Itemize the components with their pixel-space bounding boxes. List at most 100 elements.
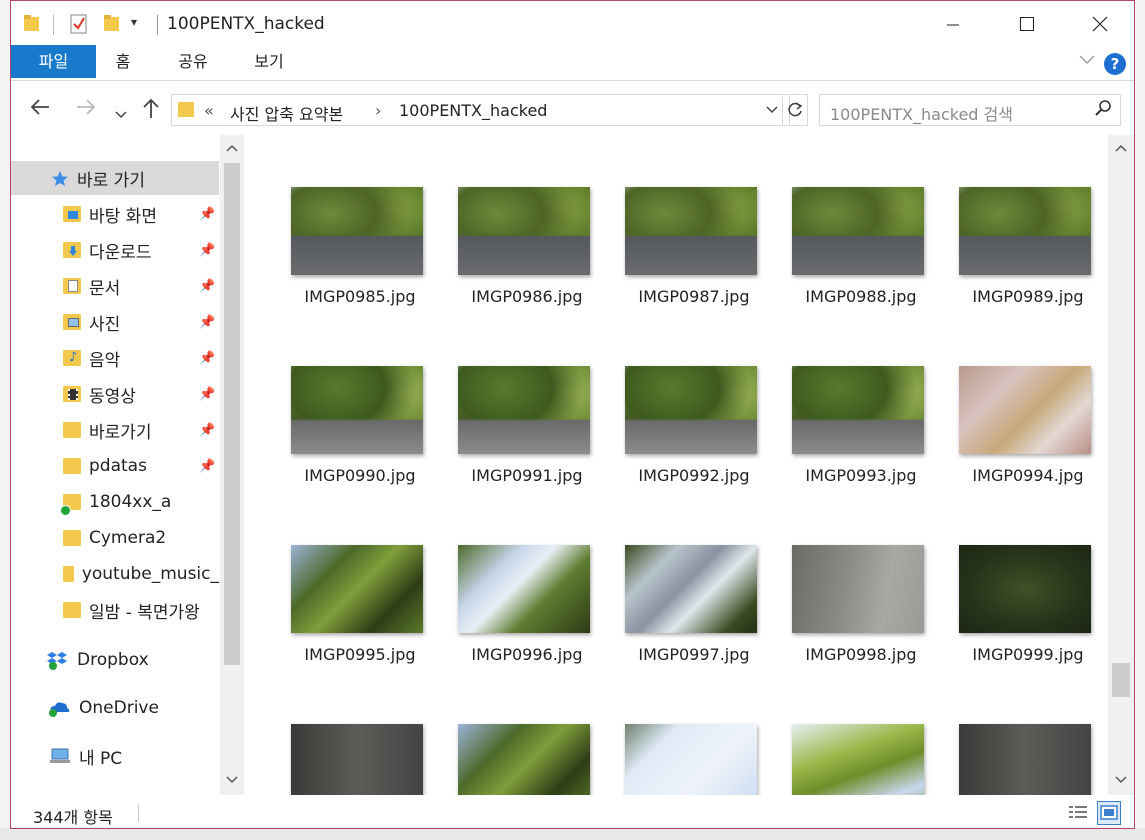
large-icons-view-button[interactable]: [1097, 801, 1121, 825]
details-view-button[interactable]: [1066, 801, 1090, 825]
file-thumbnail: [291, 545, 423, 633]
file-item[interactable]: [450, 724, 590, 795]
file-item[interactable]: IMGP0994.jpg: [951, 366, 1091, 516]
file-thumbnail: [291, 187, 423, 275]
file-thumbnail: [792, 187, 924, 275]
navigation-pane-scrollbar[interactable]: [220, 135, 244, 795]
title-bar: ▾ 100PENTX_hacked: [11, 1, 1134, 47]
nav-item-pdatas[interactable]: pdatas 📌: [11, 449, 219, 483]
file-item[interactable]: IMGP0987.jpg: [617, 187, 757, 337]
file-thumbnail: [959, 545, 1091, 633]
forward-button[interactable]: [75, 97, 97, 122]
address-bar[interactable]: « 사진 압축 요약본 › 100PENTX_hacked: [171, 94, 790, 126]
nav-onedrive[interactable]: OneDrive: [11, 691, 219, 725]
refresh-button[interactable]: [782, 94, 808, 126]
videos-folder-icon: [63, 386, 81, 402]
properties-icon[interactable]: [69, 13, 89, 35]
file-item[interactable]: IMGP0989.jpg: [951, 187, 1091, 337]
pin-icon[interactable]: 📌: [199, 207, 215, 222]
pin-icon[interactable]: 📌: [199, 351, 215, 366]
nav-item-label: 바로가기: [89, 422, 152, 443]
scroll-down-icon[interactable]: [1114, 775, 1128, 785]
file-item[interactable]: [617, 724, 757, 795]
folder-icon: [178, 102, 194, 117]
new-folder-icon[interactable]: [103, 13, 121, 33]
file-item[interactable]: [283, 724, 423, 795]
file-item[interactable]: [951, 724, 1091, 795]
nav-item-shortcuts[interactable]: 바로가기 📌: [11, 413, 219, 447]
search-input[interactable]: 100PENTX_hacked 검색: [830, 101, 1013, 125]
file-thumbnail: [792, 366, 924, 454]
scrollbar-thumb[interactable]: [1112, 663, 1130, 697]
file-item[interactable]: IMGP0988.jpg: [784, 187, 924, 337]
up-button[interactable]: [141, 97, 161, 124]
recent-locations-button[interactable]: [115, 101, 127, 125]
nav-item-music[interactable]: ♪ 음악 📌: [11, 341, 219, 375]
file-item[interactable]: IMGP0990.jpg: [283, 366, 423, 516]
folder-icon: [63, 458, 81, 474]
pin-icon[interactable]: 📌: [199, 423, 215, 438]
nav-quick-access[interactable]: 바로 가기: [11, 161, 219, 195]
pin-icon[interactable]: 📌: [199, 387, 215, 402]
minimize-button[interactable]: [917, 1, 989, 47]
chevron-down-icon: [766, 106, 778, 114]
file-item[interactable]: IMGP0992.jpg: [617, 366, 757, 516]
file-thumbnail: [458, 724, 590, 795]
file-name: IMGP0993.jpg: [805, 466, 917, 485]
maximize-button[interactable]: [991, 1, 1063, 47]
file-item[interactable]: IMGP0993.jpg: [784, 366, 924, 516]
nav-item-videos[interactable]: 동영상 📌: [11, 377, 219, 411]
nav-this-pc[interactable]: 내 PC: [11, 739, 219, 773]
close-button[interactable]: [1064, 1, 1136, 47]
file-item[interactable]: IMGP0999.jpg: [951, 545, 1091, 695]
file-thumbnail: [625, 366, 757, 454]
customize-quick-access-icon[interactable]: ▾: [131, 15, 137, 29]
nav-item-downloads[interactable]: 다운로드 📌: [11, 233, 219, 267]
file-thumbnail: [458, 187, 590, 275]
tab-share[interactable]: 공유: [169, 45, 217, 78]
expand-ribbon-icon[interactable]: [1078, 53, 1096, 69]
breadcrumb-item-current[interactable]: 100PENTX_hacked: [399, 101, 547, 120]
chevron-down-icon: [115, 111, 127, 119]
breadcrumb-overflow[interactable]: «: [204, 101, 214, 120]
nav-onedrive-label: OneDrive: [79, 698, 159, 718]
scrollbar-thumb[interactable]: [224, 163, 240, 665]
tab-file[interactable]: 파일: [11, 45, 96, 78]
nav-item-pictures[interactable]: 사진 📌: [11, 305, 219, 339]
file-item[interactable]: IMGP0991.jpg: [450, 366, 590, 516]
nav-item-label: 1804xx_a: [89, 492, 172, 512]
file-item[interactable]: IMGP0996.jpg: [450, 545, 590, 695]
search-box[interactable]: 100PENTX_hacked 검색: [819, 94, 1121, 126]
pin-icon[interactable]: 📌: [199, 459, 215, 474]
file-item[interactable]: IMGP0995.jpg: [283, 545, 423, 695]
nav-item-1804xx_a[interactable]: 1804xx_a: [11, 485, 219, 519]
search-icon[interactable]: [1094, 99, 1112, 122]
nav-dropbox[interactable]: Dropbox: [11, 643, 219, 677]
file-thumbnail: [792, 724, 924, 795]
pin-icon[interactable]: 📌: [199, 279, 215, 294]
file-item[interactable]: IMGP0986.jpg: [450, 187, 590, 337]
scroll-up-icon[interactable]: [1114, 143, 1128, 153]
file-list-scrollbar[interactable]: [1108, 135, 1134, 795]
pin-icon[interactable]: 📌: [199, 243, 215, 258]
nav-item-documents[interactable]: 문서 📌: [11, 269, 219, 303]
pin-icon[interactable]: 📌: [199, 315, 215, 330]
file-item[interactable]: IMGP0998.jpg: [784, 545, 924, 695]
nav-item-cymera2[interactable]: Cymera2: [11, 521, 219, 555]
help-icon[interactable]: ?: [1104, 53, 1126, 75]
scroll-up-icon[interactable]: [225, 143, 239, 153]
file-item[interactable]: IMGP0985.jpg: [283, 187, 423, 337]
back-button[interactable]: [29, 97, 51, 122]
file-item[interactable]: [784, 724, 924, 795]
file-item[interactable]: IMGP0997.jpg: [617, 545, 757, 695]
breadcrumb-separator[interactable]: ›: [375, 101, 381, 120]
nav-item-label: 동영상: [89, 386, 136, 407]
tab-home[interactable]: 홈: [105, 45, 141, 78]
nav-item-desktop[interactable]: 바탕 화면 📌: [11, 197, 219, 231]
scroll-down-icon[interactable]: [225, 775, 239, 785]
breadcrumb-item[interactable]: 사진 압축 요약본: [230, 101, 343, 125]
nav-item-youtube-music[interactable]: youtube_music_: [11, 557, 219, 591]
tab-view[interactable]: 보기: [245, 45, 293, 78]
nav-item-ilbam[interactable]: 일밤 - 복면가왕: [11, 593, 219, 627]
address-history-button[interactable]: [765, 99, 779, 123]
